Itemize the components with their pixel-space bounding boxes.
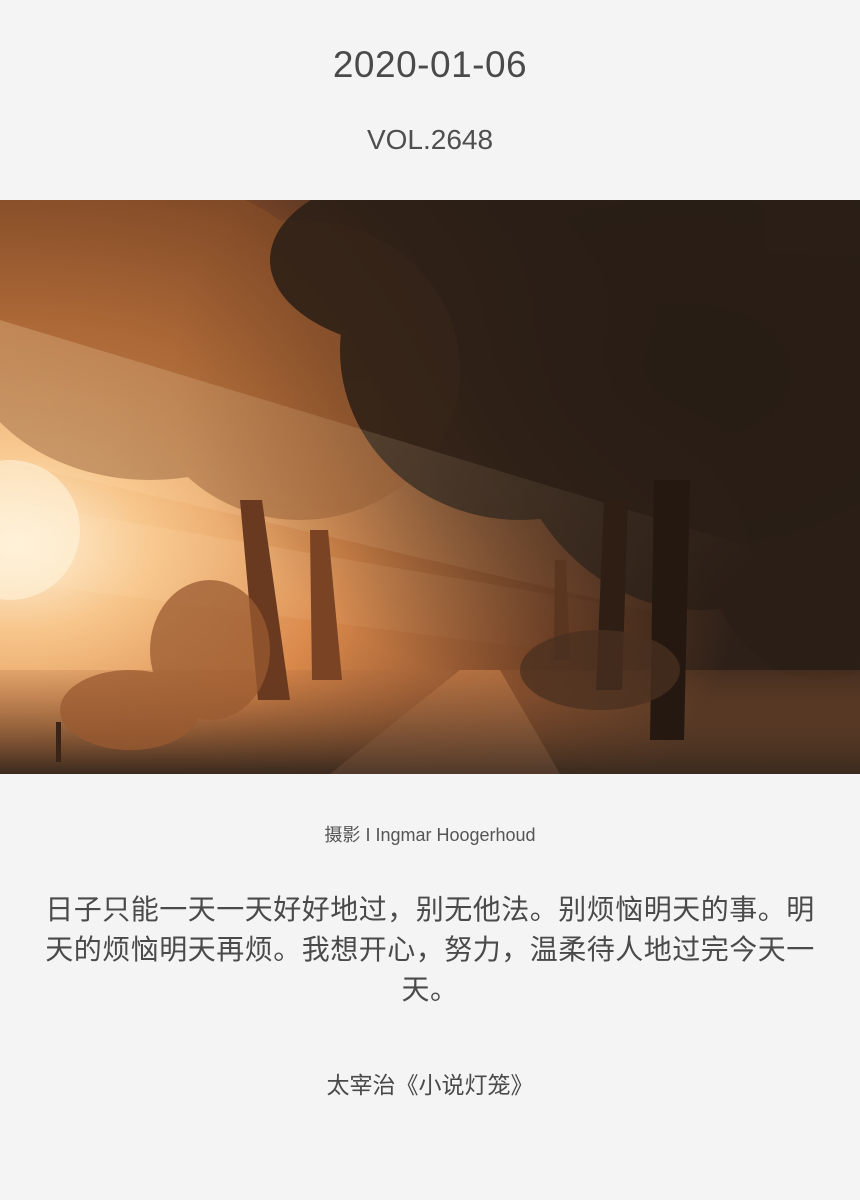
- daily-card: 2020-01-06 VOL.2648 摄影 I Ingmar Hoogerho…: [0, 0, 860, 1200]
- quote-text: 日子只能一天一天好好地过，别无他法。别烦恼明天的事。明天的烦恼明天再烦。我想开心…: [45, 894, 815, 1005]
- volume-number: VOL.2648: [366, 124, 494, 155]
- cover-photo: [0, 200, 860, 774]
- quote-source: 太宰治《小说灯笼》: [326, 1072, 534, 1098]
- photo-credit: 摄影 I Ingmar Hoogerhoud: [324, 825, 536, 845]
- issue-date: 2020-01-06: [332, 44, 528, 85]
- fence-post: [56, 722, 61, 762]
- cover-photo-illustration: [0, 200, 860, 774]
